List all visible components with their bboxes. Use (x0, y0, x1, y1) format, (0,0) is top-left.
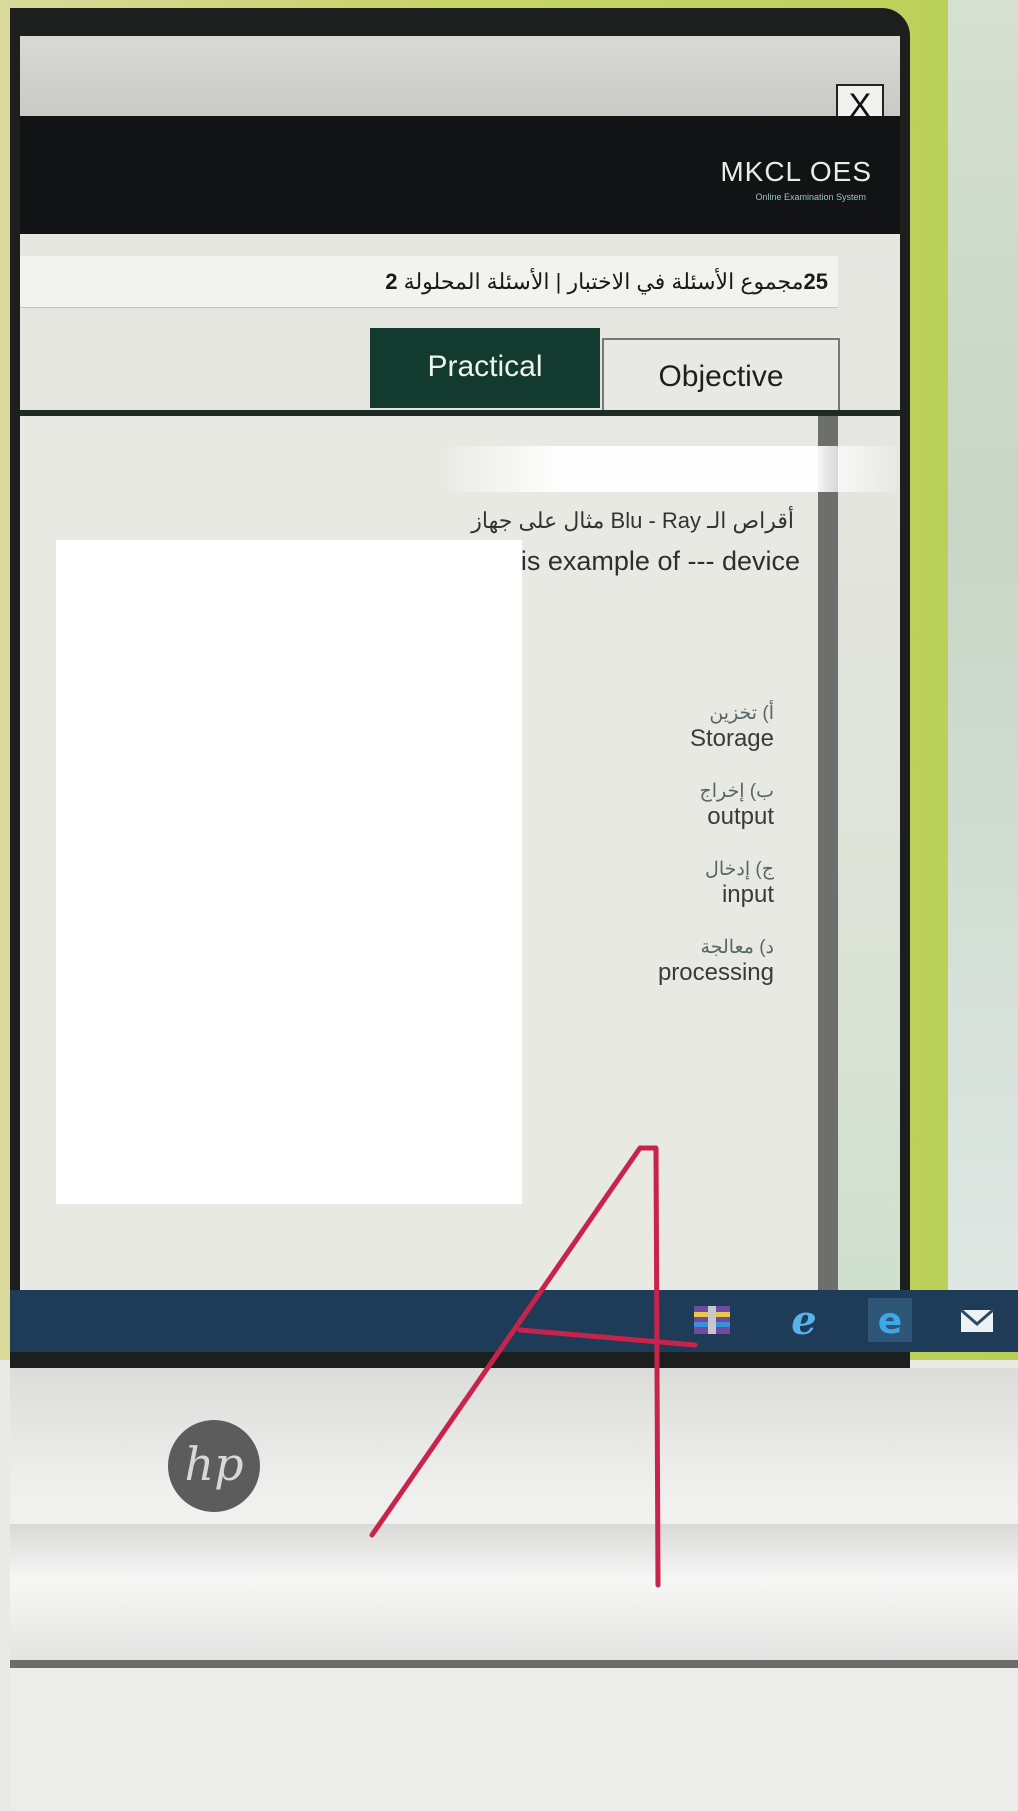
handwritten-annotation (369, 1145, 698, 1588)
